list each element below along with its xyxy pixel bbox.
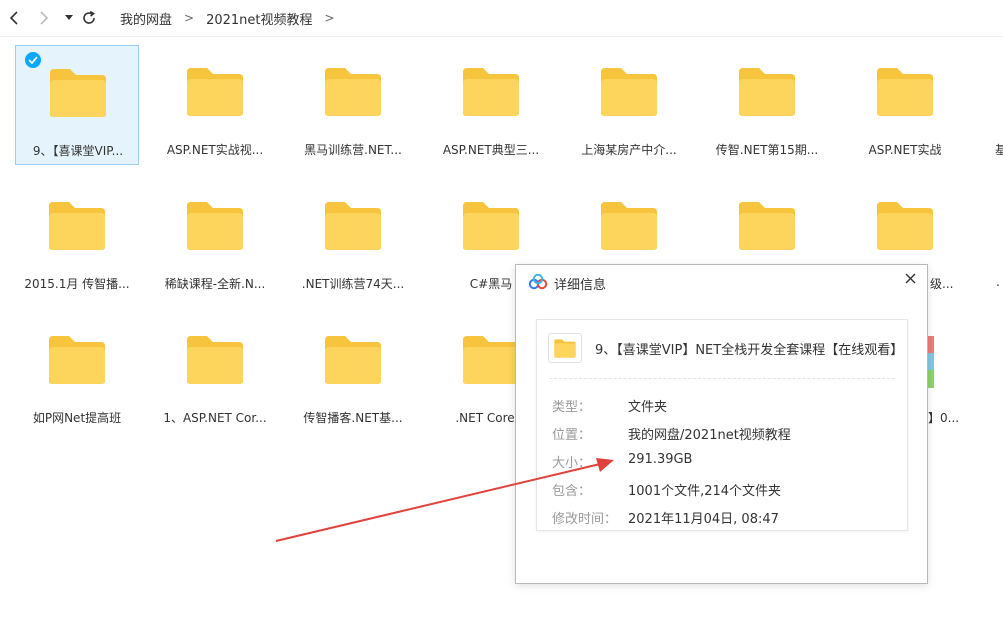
folder-icon bbox=[325, 202, 381, 250]
folder-label: 9、【喜课堂VIP... bbox=[32, 144, 124, 158]
folder-label-partial: 】0... bbox=[928, 411, 960, 425]
detail-key: 大小： bbox=[552, 456, 592, 471]
folder-icon bbox=[325, 68, 381, 116]
folder-icon bbox=[463, 336, 519, 384]
details-dialog-header: 详细信息 bbox=[516, 265, 927, 299]
folder-icon bbox=[554, 338, 576, 358]
detail-key: 包含： bbox=[552, 484, 592, 499]
refresh-icon bbox=[83, 11, 96, 24]
folder-thumbnail bbox=[548, 333, 582, 363]
close-button[interactable] bbox=[901, 269, 919, 287]
folder-icon bbox=[739, 68, 795, 116]
folder-icon bbox=[49, 336, 105, 384]
folder-label: 如P网Net提高班 bbox=[32, 411, 122, 425]
folder-icon bbox=[877, 68, 933, 116]
detail-key: 位置： bbox=[552, 428, 592, 443]
chevron-right-icon bbox=[40, 11, 49, 25]
folder-item[interactable]: 9、【喜课堂VIP... bbox=[15, 45, 139, 165]
folder-label-partial: 级... bbox=[930, 277, 954, 291]
folder-item[interactable]: 稀缺课程-全新.N... bbox=[153, 179, 277, 299]
folder-label: ASP.NET实战视... bbox=[166, 143, 264, 157]
folder-icon bbox=[325, 336, 381, 384]
folder-label-partial: 基 bbox=[995, 143, 1003, 157]
folder-item[interactable]: ASP.NET实战 bbox=[843, 45, 967, 165]
folder-item[interactable]: 传智.NET第15期... bbox=[705, 45, 829, 165]
folder-item[interactable]: 如P网Net提高班 bbox=[15, 313, 139, 433]
folder-label: 传智.NET第15期... bbox=[715, 143, 819, 157]
detail-value: 文件夹 bbox=[628, 400, 668, 415]
breadcrumb: 我的网盘 > 2021net视频教程 > bbox=[120, 0, 347, 36]
details-card: 9、【喜课堂VIP】NET全栈开发全套课程【在线观看】 类型： 文件夹 位置： … bbox=[536, 319, 908, 531]
breadcrumb-separator[interactable]: > bbox=[325, 11, 335, 25]
detail-key: 类型： bbox=[552, 400, 592, 415]
check-icon[interactable] bbox=[25, 52, 41, 68]
folder-icon bbox=[49, 202, 105, 250]
folder-icon bbox=[739, 202, 795, 250]
folder-icon bbox=[463, 202, 519, 250]
folder-item[interactable]: 2015.1月 传智播... bbox=[15, 179, 139, 299]
folder-item[interactable]: ASP.NET典型三... bbox=[429, 45, 553, 165]
folder-item[interactable]: 传智播客.NET基... bbox=[291, 313, 415, 433]
folder-icon bbox=[463, 68, 519, 116]
folder-label: ASP.NET实战 bbox=[868, 143, 942, 157]
folder-label: 黑马训练营.NET... bbox=[304, 143, 402, 157]
folder-item[interactable]: .NET训练营74天... bbox=[291, 179, 415, 299]
history-dropdown-button[interactable] bbox=[59, 7, 79, 29]
folder-icon bbox=[187, 68, 243, 116]
dialog-title: 详细信息 bbox=[554, 278, 607, 293]
close-icon bbox=[905, 273, 915, 283]
folder-icon bbox=[187, 202, 243, 250]
folder-label-partial: . bbox=[996, 275, 1000, 289]
folder-icon bbox=[50, 69, 106, 117]
forward-button[interactable] bbox=[34, 7, 54, 29]
detail-value: 2021年11月04日, 08:47 bbox=[628, 512, 779, 527]
folder-label: ASP.NET典型三... bbox=[442, 143, 540, 157]
back-button[interactable] bbox=[4, 7, 24, 29]
detail-key: 修改时间： bbox=[552, 512, 618, 527]
folder-label: 2015.1月 传智播... bbox=[24, 277, 130, 291]
folder-icon bbox=[187, 336, 243, 384]
breadcrumb-current[interactable]: 2021net视频教程 bbox=[206, 9, 312, 28]
detail-value: 291.39GB bbox=[628, 452, 693, 467]
folder-item[interactable]: 上海某房产中介... bbox=[567, 45, 691, 165]
caret-down-icon bbox=[65, 15, 73, 20]
divider bbox=[549, 378, 895, 379]
chevron-left-icon bbox=[9, 11, 18, 25]
detail-value: 我的网盘/2021net视频教程 bbox=[628, 428, 791, 443]
folder-item[interactable]: 1、ASP.NET Cor... bbox=[153, 313, 277, 433]
folder-name: 9、【喜课堂VIP】NET全栈开发全套课程【在线观看】 bbox=[595, 343, 904, 358]
folder-label: 稀缺课程-全新.N... bbox=[164, 277, 266, 291]
folder-label: 1、ASP.NET Cor... bbox=[163, 411, 267, 425]
folder-label: .NET训练营74天... bbox=[301, 277, 405, 291]
folder-item[interactable]: 黑马训练营.NET... bbox=[291, 45, 415, 165]
details-dialog: 详细信息 9、【喜课堂VIP】NET全栈开发全套课程【在线观看】 类型： 文件夹… bbox=[515, 264, 928, 584]
toolbar: 我的网盘 > 2021net视频教程 > bbox=[0, 0, 1003, 37]
folder-label: 上海某房产中介... bbox=[581, 143, 677, 157]
refresh-button[interactable] bbox=[79, 7, 99, 29]
folder-icon bbox=[877, 202, 933, 250]
breadcrumb-separator: > bbox=[184, 11, 195, 25]
folder-item[interactable]: ASP.NET实战视... bbox=[153, 45, 277, 165]
breadcrumb-root[interactable]: 我的网盘 bbox=[120, 9, 172, 28]
cloud-logo-icon bbox=[528, 274, 548, 290]
folder-label: 传智播客.NET基... bbox=[303, 411, 403, 425]
detail-value: 1001个文件,214个文件夹 bbox=[628, 484, 782, 499]
folder-icon bbox=[601, 202, 657, 250]
folder-icon bbox=[601, 68, 657, 116]
